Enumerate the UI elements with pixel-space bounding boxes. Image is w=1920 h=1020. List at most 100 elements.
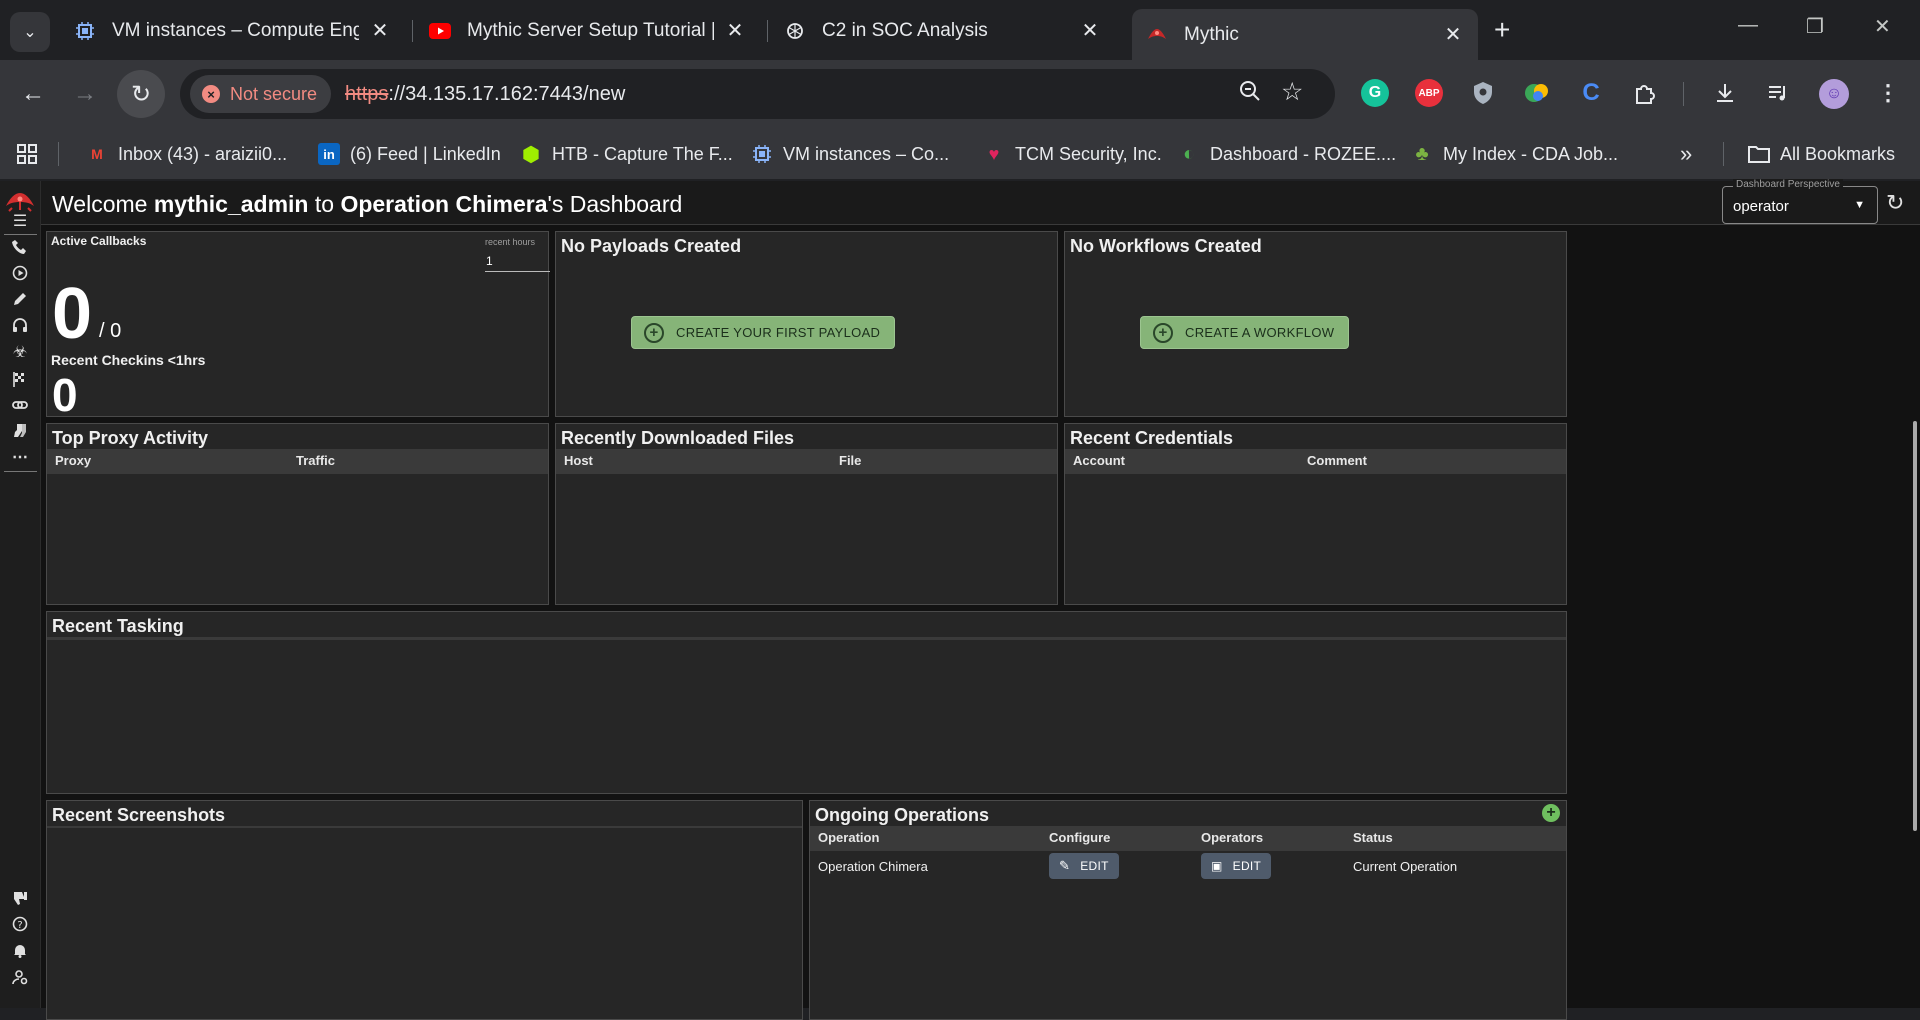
sidebar: ☰ ☣ ⋯ ? [0,181,41,1008]
bell-alert-icon[interactable] [8,938,32,962]
zoom-icon[interactable] [1238,79,1262,109]
extensions-puzzle-icon[interactable] [1631,79,1659,107]
column-header[interactable]: File [839,453,861,468]
forward-button[interactable]: → [61,70,109,118]
socks-icon[interactable] [8,419,32,443]
minimize-button[interactable]: — [1738,14,1758,37]
table-header: Operation Configure Operators Status [810,826,1566,851]
reload-button[interactable]: ↻ [117,70,165,118]
bookmark-gmail[interactable]: M Inbox (43) - araizii0... [86,140,287,168]
tab-separator [412,20,413,42]
more-bookmarks-button[interactable]: » [1680,140,1692,168]
menu-icon[interactable]: ☰ [8,209,32,233]
security-chip[interactable]: × Not secure [190,75,332,113]
restore-button[interactable]: ❐ [1806,14,1824,39]
create-payload-button[interactable]: + CREATE YOUR FIRST PAYLOAD [631,316,896,349]
link-icon[interactable] [8,393,32,417]
svg-text:?: ? [17,920,22,931]
all-bookmarks-button[interactable]: All Bookmarks [1748,140,1895,168]
close-tab-icon[interactable]: ✕ [369,18,391,43]
biohazard-icon[interactable]: ☣ [8,340,32,364]
configure-edit-button[interactable]: ✎ EDIT [1049,853,1119,879]
panel-title: Top Proxy Activity [52,428,209,448]
help-icon[interactable]: ? [8,912,32,936]
back-button[interactable]: ← [9,70,57,118]
column-header[interactable]: Proxy [55,453,91,468]
column-header[interactable]: Status [1353,830,1393,845]
create-workflow-button[interactable]: + CREATE A WORKFLOW [1140,316,1350,349]
more-horizontal-icon[interactable]: ⋯ [8,445,32,469]
close-tab-icon[interactable]: ✕ [724,18,746,43]
grammarly-icon[interactable]: G [1361,79,1389,107]
feedback-thumbs-down-icon[interactable] [8,886,32,910]
chatgpt-icon [784,20,806,42]
refresh-icon[interactable]: ↻ [1886,190,1904,216]
downloads-icon[interactable] [1711,79,1739,107]
bookmarks-bar: M Inbox (43) - araizii0... in (6) Feed |… [0,128,1920,180]
url-text[interactable]: https://34.135.17.162:7443/new [345,83,625,106]
bookmark-linkedin[interactable]: in (6) Feed | LinkedIn [318,140,501,168]
add-operation-icon[interactable]: + [1542,804,1560,822]
media-controls-icon[interactable] [1764,79,1792,107]
shield-extension-icon[interactable] [1469,79,1497,107]
panel-title: Recently Downloaded Files [561,428,795,448]
c-extension-icon[interactable]: C [1577,79,1605,107]
operators-edit-button[interactable]: ▣ EDIT [1201,853,1272,879]
column-header[interactable]: Traffic [296,453,335,468]
recent-hours-input[interactable]: 1 [485,250,550,272]
tab-vm-instances[interactable]: VM instances – Compute Engine ✕ [60,9,405,52]
close-window-button[interactable]: ✕ [1874,14,1891,39]
play-circle-icon[interactable] [8,261,32,285]
callbacks-phone-icon[interactable] [8,235,32,259]
ongoing-operations-panel: Ongoing Operations + Operation Configure… [809,800,1567,1020]
button-label: CREATE A WORKFLOW [1185,325,1335,340]
column-header[interactable]: Host [564,453,593,468]
payloads-panel: No Payloads Created + CREATE YOUR FIRST … [555,231,1058,417]
welcome-suffix: 's Dashboard [547,191,683,217]
panel-title: No Payloads Created [561,236,742,256]
dashboard-perspective-select[interactable]: Dashboard Perspective operator ▼ [1722,179,1878,224]
reload-icon: ↻ [130,80,152,108]
adblock-plus-icon[interactable]: ABP [1415,79,1443,107]
column-header[interactable]: Operation [818,830,879,845]
column-header[interactable]: Account [1073,453,1125,468]
column-header[interactable]: Comment [1307,453,1367,468]
screenshots-panel: Recent Screenshots [46,800,803,1020]
column-header[interactable]: Configure [1049,830,1110,845]
panel-title: Recent Screenshots [52,805,226,825]
menu-kebab-icon[interactable]: ⋮ [1874,79,1902,107]
translate-extension-icon[interactable] [1523,79,1551,107]
bookmark-cda[interactable]: ♣ My Index - CDA Job... [1411,140,1618,168]
headphones-icon[interactable] [8,313,32,337]
page-scrollbar[interactable] [1913,421,1917,831]
close-tab-icon[interactable]: ✕ [1079,18,1101,43]
column-header[interactable]: Operators [1201,830,1263,845]
tab-mythic-tutorial[interactable]: Mythic Server Setup Tutorial | D ✕ [415,9,760,52]
user-settings-icon[interactable] [8,965,32,989]
new-tab-button[interactable]: + [1494,16,1510,44]
plus-circle-icon: + [644,322,664,343]
apps-grid-icon[interactable] [16,140,38,168]
bookmark-tcm[interactable]: ♥ TCM Security, Inc. [983,140,1162,168]
tab-title: Mythic Server Setup Tutorial | D [467,19,714,41]
welcome-mid: to [308,191,341,217]
tab-c2-soc[interactable]: C2 in SOC Analysis ✕ [770,9,1115,52]
downloaded-files-panel: Recently Downloaded Files Host File [555,423,1058,605]
tab-search-button[interactable]: ⌄ [10,12,50,52]
bookmark-star-icon[interactable]: ☆ [1281,77,1303,107]
address-bar[interactable]: × Not secure https://34.135.17.162:7443/… [180,69,1335,119]
pencil-icon[interactable] [8,287,32,311]
bookmark-htb[interactable]: ⬢ HTB - Capture The F... [520,140,732,168]
operation-cell: Operation Chimera [818,859,928,874]
pencil-icon: ✎ [1059,858,1071,873]
security-label: Not secure [230,83,318,104]
proxy-activity-panel: Top Proxy Activity Proxy Traffic [46,423,549,605]
bookmark-rozee[interactable]: ◐ Dashboard - ROZEE.... [1178,140,1396,168]
tab-mythic[interactable]: Mythic ✕ [1132,9,1478,60]
avatar-icon: ☺ [1825,85,1843,102]
profile-avatar[interactable]: ☺ [1819,79,1849,109]
table-header: Proxy Traffic [47,449,548,474]
close-tab-icon[interactable]: ✕ [1442,22,1464,47]
bookmark-vm-instances[interactable]: VM instances – Co... [751,140,949,168]
flag-checkered-icon[interactable] [8,367,32,391]
